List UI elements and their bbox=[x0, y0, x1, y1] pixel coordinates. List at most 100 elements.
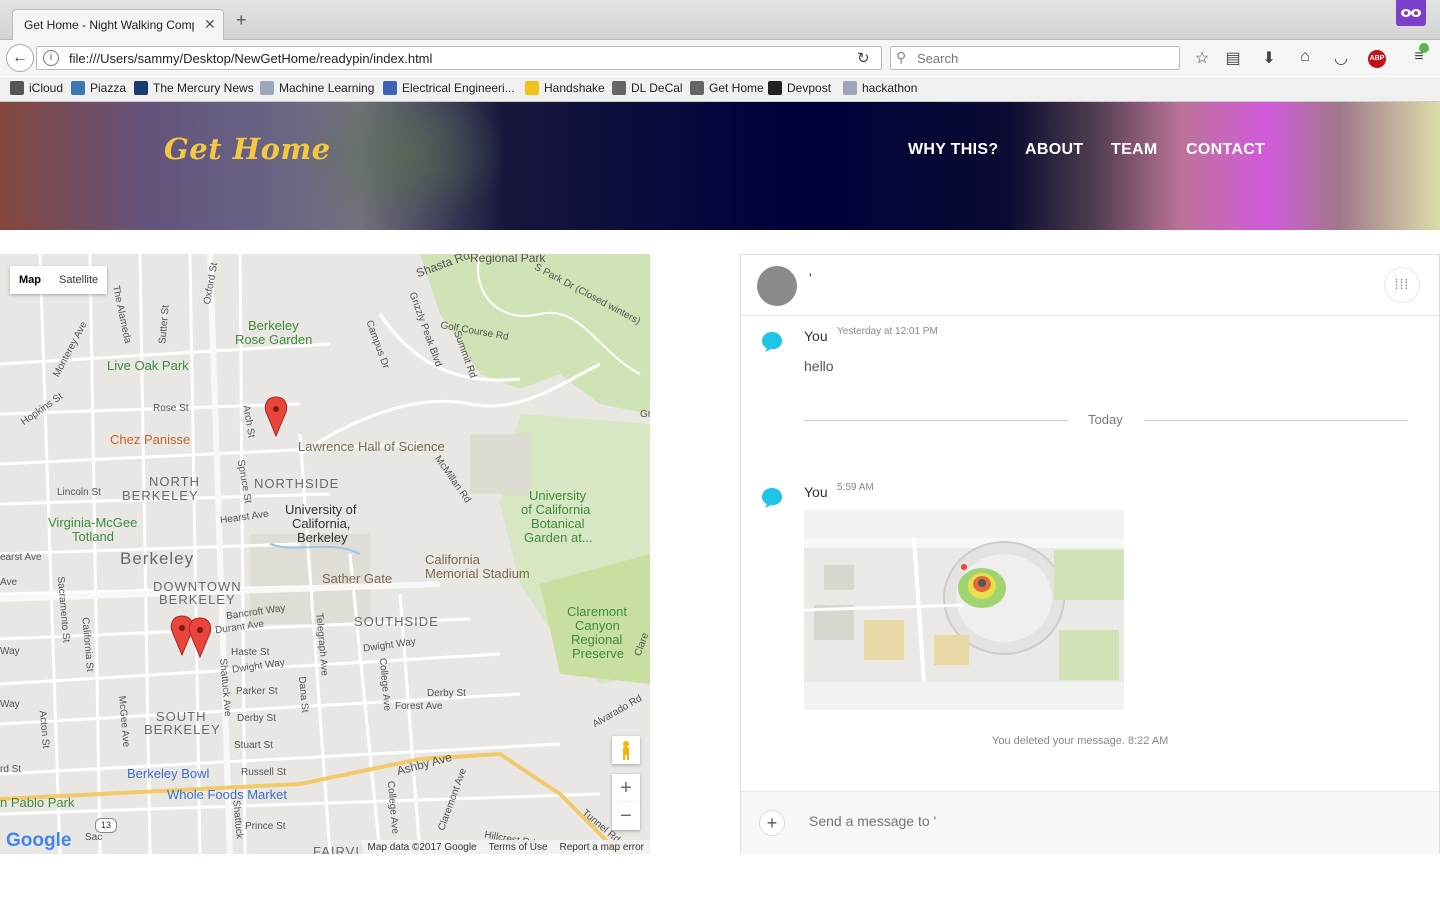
zoom-in-button[interactable]: + bbox=[612, 774, 640, 802]
divider bbox=[804, 420, 1068, 421]
map-label: Ave bbox=[0, 577, 18, 588]
map-poi[interactable]: Memorial Stadium bbox=[425, 566, 530, 581]
map-poi[interactable]: Live Oak Park bbox=[107, 358, 189, 373]
terms-link[interactable]: Terms of Use bbox=[489, 842, 548, 853]
bookmark-label: The Mercury News bbox=[153, 81, 254, 95]
map-district: NORTHSIDE bbox=[254, 476, 340, 491]
map-poi[interactable]: Whole Foods Market bbox=[167, 787, 287, 802]
bookmark-item[interactable]: Piazza bbox=[71, 81, 126, 95]
mercury-icon bbox=[134, 81, 148, 95]
route-shield: 13 bbox=[95, 818, 117, 833]
bookmark-item[interactable]: DL DeCal bbox=[612, 81, 683, 95]
map-poi[interactable]: University of bbox=[285, 502, 357, 517]
reading-list-icon[interactable]: ▤ bbox=[1222, 48, 1244, 68]
bookmark-item[interactable]: Machine Learning bbox=[260, 81, 374, 95]
bookmark-item[interactable]: The Mercury News bbox=[134, 81, 254, 95]
nav-about[interactable]: ABOUT bbox=[1025, 141, 1083, 159]
map-poi[interactable]: Sather Gate bbox=[322, 571, 392, 586]
bookmark-label: DL DeCal bbox=[631, 81, 683, 95]
map-poi[interactable]: Rose Garden bbox=[235, 332, 312, 347]
bookmark-item[interactable]: Devpost bbox=[768, 81, 831, 95]
bookmark-item[interactable]: iCloud bbox=[10, 81, 63, 95]
message-input[interactable] bbox=[807, 812, 1371, 830]
map-poi[interactable]: Botanical bbox=[531, 516, 584, 531]
bookmark-label: Piazza bbox=[90, 81, 127, 95]
bookmarks-bar: iCloud Piazza The Mercury News Machine Lear… bbox=[0, 77, 1440, 102]
reload-icon[interactable]: ↻ bbox=[857, 49, 870, 67]
bookmark-label: Devpost bbox=[787, 81, 832, 95]
map-poi[interactable]: Virginia-McGee bbox=[48, 515, 137, 530]
pocket-icon[interactable]: ◡ bbox=[1330, 48, 1352, 68]
map-poi[interactable]: of California bbox=[521, 502, 590, 517]
info-icon[interactable]: i bbox=[43, 50, 59, 66]
map-city-label: Berkeley bbox=[120, 549, 195, 568]
chat-header: ' ⁞⁞⁞ bbox=[741, 255, 1439, 316]
map-poi[interactable]: Lawrence Hall of Science bbox=[298, 439, 445, 454]
new-tab-button[interactable]: + bbox=[236, 11, 247, 29]
rss-icon bbox=[383, 81, 397, 95]
map-poi[interactable]: California, bbox=[292, 516, 351, 531]
map-label: Derby St bbox=[237, 713, 276, 724]
nav-why-this[interactable]: WHY THIS? bbox=[908, 141, 998, 159]
search-bar[interactable]: ⚲ Search bbox=[890, 46, 1180, 70]
map-poi[interactable]: Totland bbox=[72, 529, 114, 544]
pegman-icon[interactable] bbox=[612, 736, 640, 764]
bookmark-item[interactable]: Electrical Engineeri... bbox=[383, 81, 515, 95]
browser-tab-bar: Get Home - Night Walking Compa ✕ + bbox=[0, 0, 1440, 40]
map-label: Way bbox=[0, 699, 20, 710]
map-poi[interactable]: n Pablo Park bbox=[0, 795, 74, 810]
map-label: Prince St bbox=[245, 821, 286, 832]
folder-icon bbox=[843, 81, 857, 95]
map-district: FAIRVII bbox=[313, 844, 365, 854]
bookmark-item[interactable]: Get Home bbox=[690, 81, 764, 95]
nav-contact[interactable]: CONTACT bbox=[1186, 141, 1265, 159]
map-poi[interactable]: Claremont bbox=[567, 604, 627, 619]
bookmark-item[interactable]: Handshake bbox=[525, 81, 605, 95]
report-error-link[interactable]: Report a map error bbox=[560, 842, 644, 853]
chat-bubble-icon bbox=[762, 488, 782, 508]
header-background-image bbox=[300, 102, 510, 230]
adblock-icon[interactable]: ABP bbox=[1368, 50, 1386, 68]
bookmark-item[interactable]: hackathon bbox=[843, 81, 917, 95]
map-poi[interactable]: University bbox=[529, 488, 586, 503]
bookmark-label: Get Home bbox=[709, 81, 764, 95]
map-poi[interactable]: Berkeley bbox=[248, 318, 299, 333]
map-poi[interactable]: Preserve bbox=[572, 646, 624, 661]
add-attachment-button[interactable]: + bbox=[759, 810, 785, 836]
map-poi[interactable]: Canyon bbox=[575, 618, 620, 633]
star-icon[interactable]: ☆ bbox=[1191, 48, 1213, 68]
map-button[interactable]: Map bbox=[10, 266, 50, 294]
map-poi[interactable]: Berkeley bbox=[297, 530, 348, 545]
map-poi[interactable]: Garden at... bbox=[524, 530, 593, 545]
message-text: hello bbox=[804, 358, 834, 374]
avatar[interactable] bbox=[757, 266, 797, 306]
home-icon[interactable]: ⌂ bbox=[1294, 48, 1316, 66]
map-poi[interactable]: California bbox=[425, 552, 480, 567]
close-tab-icon[interactable]: ✕ bbox=[204, 16, 216, 33]
chat-panel: ' ⁞⁞⁞ You Yesterday at 12:01 PM hello To… bbox=[740, 254, 1440, 854]
map-label: Rose St bbox=[153, 403, 189, 414]
map-label: Russell St bbox=[241, 767, 287, 778]
image-attachment[interactable] bbox=[804, 510, 1124, 710]
bookmark-label: hackathon bbox=[862, 81, 918, 95]
download-icon[interactable]: ⬇ bbox=[1258, 48, 1280, 68]
map-canvas bbox=[0, 254, 650, 854]
map-district: BERKELEY bbox=[159, 592, 236, 607]
grid-icon[interactable]: ⁞⁞⁞ bbox=[1384, 267, 1420, 303]
map-label: Haste St bbox=[231, 647, 270, 658]
satellite-button[interactable]: Satellite bbox=[50, 266, 107, 294]
map-poi[interactable]: Berkeley Bowl bbox=[127, 766, 209, 781]
map-poi[interactable]: Regional bbox=[571, 632, 622, 647]
map-view[interactable]: Map Satellite Shasta Rd Regional Park S … bbox=[0, 254, 650, 854]
url-text[interactable]: file:///Users/sammy/Desktop/NewGetHome/r… bbox=[69, 51, 432, 66]
browser-tab[interactable]: Get Home - Night Walking Compa ✕ bbox=[12, 9, 224, 40]
url-bar[interactable]: i file:///Users/sammy/Desktop/NewGetHome… bbox=[36, 46, 882, 70]
site-header-banner bbox=[0, 102, 1440, 230]
zoom-out-button[interactable]: − bbox=[612, 802, 640, 830]
back-button[interactable]: ← bbox=[6, 44, 34, 72]
nav-team[interactable]: TEAM bbox=[1111, 141, 1158, 159]
globe-icon bbox=[612, 81, 626, 95]
site-logo[interactable]: Get Home bbox=[164, 132, 331, 166]
search-icon: ⚲ bbox=[896, 49, 907, 65]
map-poi[interactable]: Chez Panisse bbox=[110, 432, 190, 447]
